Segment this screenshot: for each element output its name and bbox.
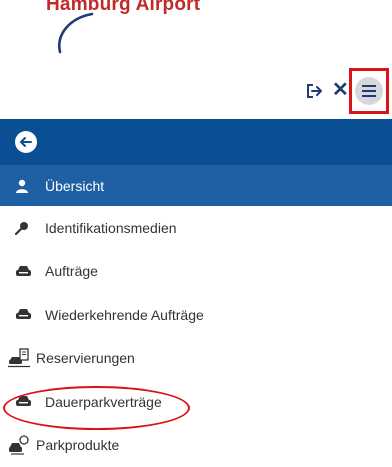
menu-button-highlight (349, 68, 389, 114)
car-icon (15, 306, 37, 324)
hamburger-menu-icon[interactable] (355, 77, 383, 105)
menu-item-label: Aufträge (45, 263, 98, 279)
logo-swoosh-icon (52, 12, 112, 58)
logo: Hamburg Airport (0, 0, 392, 60)
key-icon (15, 219, 37, 237)
back-button[interactable] (15, 131, 37, 153)
menu-item-label: Reservierungen (36, 350, 135, 366)
menu-item-label: Parkprodukte (36, 437, 119, 453)
menu-item-identifikationsmedien[interactable]: Identifikationsmedien (0, 206, 392, 250)
user-icon (15, 177, 37, 195)
menu-item-label: Identifikationsmedien (45, 220, 177, 236)
car-document-icon (8, 349, 34, 367)
menu-item-parkprodukte[interactable]: Parkprodukte (0, 424, 392, 467)
menu-item-wiederkehrende-auftraege[interactable]: Wiederkehrende Aufträge (0, 293, 392, 337)
menu-item-label: Wiederkehrende Aufträge (45, 307, 204, 323)
close-icon[interactable]: ✕ (332, 77, 346, 103)
menu-item-label: Übersicht (45, 178, 104, 194)
back-bar (0, 119, 392, 165)
menu-item-reservierungen[interactable]: Reservierungen (0, 337, 392, 381)
menu-item-uebersicht[interactable]: Übersicht (0, 165, 392, 206)
car-badge-icon (8, 436, 34, 454)
menu-item-auftraege[interactable]: Aufträge (0, 250, 392, 294)
car-icon (15, 262, 37, 280)
logout-icon[interactable] (305, 82, 323, 100)
annotation-ellipse (3, 386, 190, 430)
arrow-left-icon (15, 131, 37, 153)
top-toolbar: ✕ (0, 66, 392, 116)
